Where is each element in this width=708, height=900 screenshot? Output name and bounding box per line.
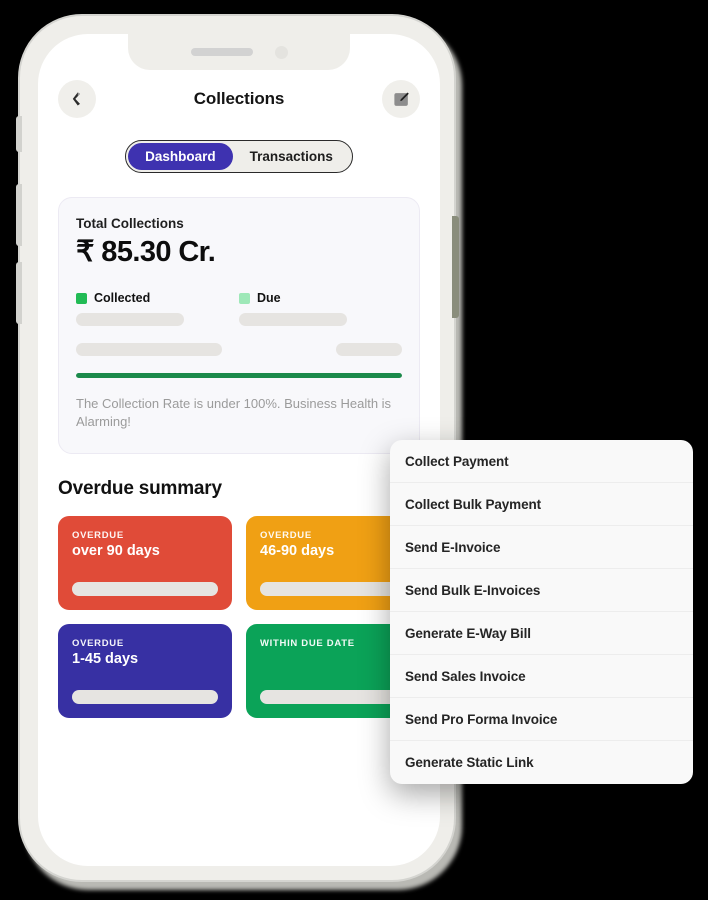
legend-collected: Collected	[76, 291, 239, 326]
legend-due-label: Due	[257, 291, 281, 305]
overdue-card-value: 46-90 days	[260, 542, 335, 559]
phone-notch	[128, 34, 350, 70]
collection-rate-progress	[76, 373, 402, 378]
actions-dropdown-menu: Collect Payment Collect Bulk Payment Sen…	[390, 440, 693, 784]
overdue-card-kicker: OVERDUE	[72, 637, 124, 649]
menu-item-send-sales-invoice[interactable]: Send Sales Invoice	[390, 655, 693, 698]
legend-row: Collected Due	[76, 291, 402, 326]
legend-due-head: Due	[239, 291, 402, 305]
front-camera-icon	[274, 45, 288, 59]
legend-due: Due	[239, 291, 402, 326]
overdue-card-amount-placeholder	[260, 689, 406, 704]
silent-switch-button[interactable]	[16, 116, 22, 152]
secondary-placeholder-right	[336, 343, 402, 356]
overdue-card-amount-placeholder	[72, 689, 218, 704]
total-collections-label: Total Collections	[76, 216, 184, 231]
earpiece-speaker-icon	[190, 48, 253, 56]
app-content: Collections Dashboard Transactions Total…	[38, 34, 440, 866]
menu-item-generate-static-link[interactable]: Generate Static Link	[390, 741, 693, 784]
chevron-left-icon	[72, 91, 80, 105]
collection-rate-progress-fill	[76, 373, 402, 378]
overdue-card-amount-placeholder	[72, 581, 218, 596]
overdue-card-kicker: WITHIN DUE DATE	[260, 637, 355, 649]
menu-item-send-e-invoice[interactable]: Send E-Invoice	[390, 526, 693, 569]
overdue-summary-title: Overdue summary	[58, 477, 222, 499]
volume-down-button[interactable]	[16, 262, 22, 324]
collection-rate-note: The Collection Rate is under 100%. Busin…	[76, 396, 392, 429]
overdue-summary-grid: OVERDUE over 90 days OVERDUE 46-90 days …	[58, 515, 420, 718]
tab-dashboard[interactable]: Dashboard	[128, 143, 233, 170]
back-button[interactable]	[58, 80, 96, 118]
total-collections-card: Total Collections ₹ 85.30 Cr. Collected	[58, 197, 420, 454]
menu-item-send-bulk-e-invoices[interactable]: Send Bulk E-Invoices	[390, 569, 693, 612]
overdue-card-value: over 90 days	[72, 542, 160, 559]
tab-transactions[interactable]: Transactions	[233, 143, 350, 170]
app-header: Collections	[58, 76, 420, 122]
due-swatch-icon	[239, 292, 250, 304]
collected-value-placeholder	[76, 313, 184, 326]
legend-collected-label: Collected	[94, 291, 151, 305]
menu-item-send-pro-forma-invoice[interactable]: Send Pro Forma Invoice	[390, 698, 693, 741]
phone-screen: Collections Dashboard Transactions Total…	[38, 34, 440, 866]
page-title: Collections	[193, 89, 285, 108]
volume-up-button[interactable]	[16, 184, 22, 246]
menu-item-collect-bulk-payment[interactable]: Collect Bulk Payment	[390, 483, 693, 526]
power-button[interactable]	[452, 216, 459, 318]
tabs-container: Dashboard Transactions	[58, 140, 420, 173]
segmented-control: Dashboard Transactions	[125, 140, 353, 173]
secondary-placeholder-left	[76, 343, 222, 356]
menu-item-collect-payment[interactable]: Collect Payment	[390, 440, 693, 483]
overdue-card-over-90-days[interactable]: OVERDUE over 90 days	[58, 515, 232, 610]
legend-collected-head: Collected	[76, 291, 239, 305]
menu-item-generate-e-way-bill[interactable]: Generate E-Way Bill	[390, 612, 693, 655]
overdue-card-amount-placeholder	[260, 581, 406, 596]
due-value-placeholder	[239, 313, 347, 326]
overdue-card-1-45-days[interactable]: OVERDUE 1-45 days	[58, 623, 232, 718]
overdue-card-value: 1-45 days	[72, 650, 139, 667]
collected-swatch-icon	[76, 292, 87, 304]
overdue-card-kicker: OVERDUE	[72, 529, 124, 541]
overdue-card-kicker: OVERDUE	[260, 529, 312, 541]
edit-pencil-icon	[393, 92, 409, 106]
edit-button[interactable]	[382, 80, 420, 118]
secondary-placeholder-row	[76, 343, 402, 356]
total-collections-amount: ₹ 85.30 Cr.	[76, 236, 216, 268]
